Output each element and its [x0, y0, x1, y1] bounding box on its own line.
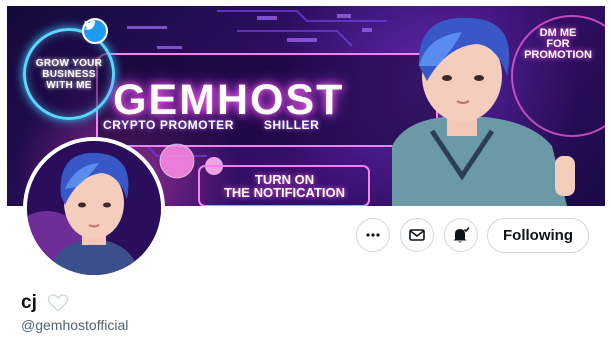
envelope-icon [409, 229, 425, 241]
dm-callout: DM ME FOR PROMOTION [524, 27, 592, 61]
message-button[interactable] [400, 218, 434, 252]
badge-text: GROW YOUR BUSINESS WITH ME [35, 57, 103, 91]
bell-check-icon [453, 226, 470, 243]
brand-logo-text: GEMHOST [113, 76, 345, 124]
following-button[interactable]: Following [487, 218, 589, 253]
tagline-right: SHILLER [263, 118, 320, 132]
tagline: CRYPTO PROMOTER SHILLER [103, 118, 423, 132]
profile-header: GROW YOUR BUSINESS WITH ME GEMHOST CRYPT… [0, 0, 611, 344]
avatar-illustration [27, 141, 161, 275]
user-handle: @gemhostofficial [21, 317, 129, 333]
white-heart-icon [47, 294, 69, 313]
notification-callout: TURN ON THE NOTIFICATION [223, 172, 346, 200]
notifications-button[interactable] [444, 218, 478, 252]
tagline-left: CRYPTO PROMOTER [103, 118, 235, 132]
more-button[interactable] [356, 218, 390, 252]
avatar[interactable] [23, 137, 165, 279]
twitter-bird-icon [82, 18, 108, 44]
more-dots-icon [366, 233, 380, 237]
display-name: cj [21, 292, 37, 313]
